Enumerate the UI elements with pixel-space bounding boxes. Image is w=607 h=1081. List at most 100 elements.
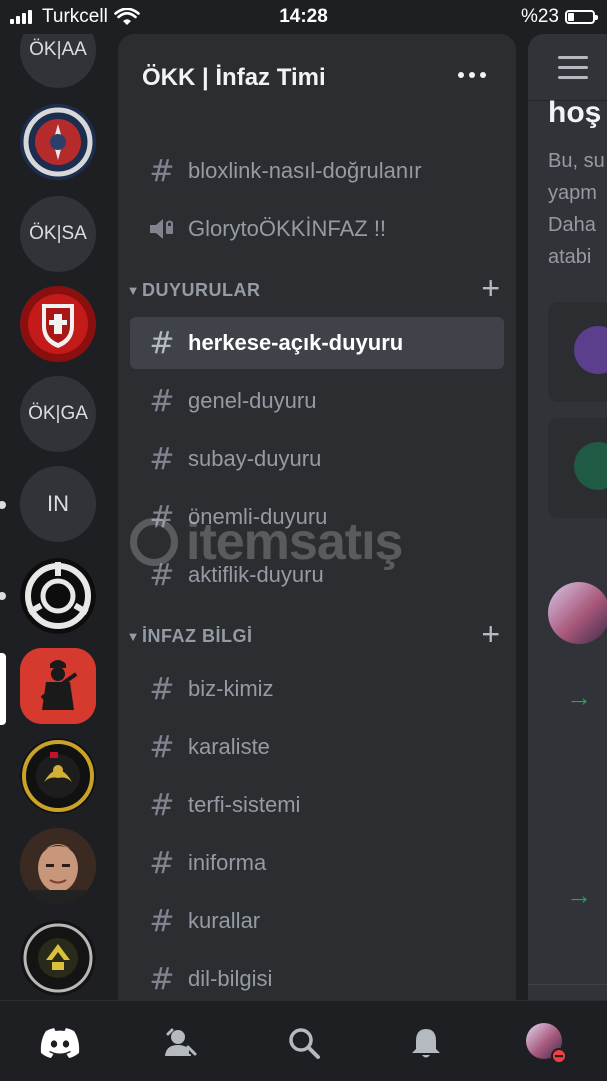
- welcome-text: yapm: [548, 182, 597, 204]
- chevron-down-icon: ▼: [126, 628, 140, 644]
- channel-item[interactable]: # dil-bilgisi: [130, 950, 504, 1000]
- channel-item[interactable]: # karaliste: [130, 718, 504, 776]
- channel-name: bloxlink-nasıl-doğrulanır: [188, 158, 422, 183]
- channel-item[interactable]: # bloxlink-nasıl-doğrulanır: [130, 142, 504, 200]
- red-shield-icon: [20, 286, 96, 362]
- channel-name: genel-duyuru: [188, 388, 317, 413]
- chevron-down-icon: ▼: [126, 282, 140, 298]
- category-header[interactable]: ▼ İNFAZ BİLGİ +: [118, 612, 516, 660]
- dot-icon: [480, 72, 486, 78]
- dot-icon: [458, 72, 464, 78]
- chat-peek-panel[interactable]: hoş Bu, su yapm Daha atabi → →: [528, 34, 607, 1000]
- server-in[interactable]: IN: [20, 466, 96, 542]
- setup-card[interactable]: [548, 302, 607, 402]
- server-gold-seal[interactable]: [20, 738, 96, 814]
- server-oksa[interactable]: ÖK|SA: [20, 196, 96, 272]
- server-okaa[interactable]: ÖK|AA: [20, 34, 96, 88]
- server-soldier[interactable]: [20, 648, 96, 724]
- add-channel-icon[interactable]: +: [481, 270, 500, 307]
- hash-icon: #: [149, 671, 175, 707]
- channel-item[interactable]: # kurallar: [130, 892, 504, 950]
- channel-item[interactable]: # biz-kimiz: [130, 660, 504, 718]
- channel-item[interactable]: # terfi-sistemi: [130, 776, 504, 834]
- join-arrow-icon: →: [566, 880, 592, 910]
- user-avatar[interactable]: [548, 582, 607, 644]
- blue-seal-icon: [20, 104, 96, 180]
- welcome-text: Daha: [548, 214, 596, 236]
- hash-icon: #: [149, 441, 175, 477]
- battery-percent: %23: [520, 6, 559, 27]
- channel-item[interactable]: # iniforma: [130, 834, 504, 892]
- channel-item[interactable]: # genel-duyuru: [130, 372, 504, 430]
- battery-area: %23: [520, 6, 598, 28]
- server-title[interactable]: ÖKK | İnfaz Timi: [142, 64, 326, 92]
- tab-home[interactable]: [38, 1021, 82, 1065]
- personalize-icon: [574, 442, 607, 490]
- channel-name: terfi-sistemi: [188, 792, 301, 817]
- hash-icon: #: [149, 903, 175, 939]
- channel-item[interactable]: # önemli-duyuru: [130, 488, 504, 546]
- unread-indicator: [0, 592, 6, 600]
- welcome-text: Bu, su: [548, 150, 605, 172]
- tab-friends[interactable]: [158, 1021, 202, 1065]
- dot-icon: [469, 72, 475, 78]
- channel-item-selected[interactable]: # herkese-açık-duyuru: [130, 317, 504, 369]
- unread-indicator: [0, 501, 6, 509]
- battery-icon: [565, 10, 598, 24]
- selected-server-indicator: [0, 653, 6, 725]
- voice-channel-item[interactable]: GlorytoÖKKİNFAZ !!: [130, 200, 504, 258]
- channel-name: dil-bilgisi: [188, 966, 273, 991]
- hash-icon: #: [149, 325, 175, 361]
- server-label: IN: [47, 491, 69, 516]
- soldier-emblem-icon: [20, 648, 96, 724]
- hash-icon: #: [149, 845, 175, 881]
- hamburger-menu-icon[interactable]: [558, 56, 588, 86]
- clock: 14:28: [279, 6, 328, 27]
- channel-name: herkese-açık-duyuru: [188, 330, 404, 355]
- black-seal-icon: [20, 920, 96, 996]
- hash-icon: #: [149, 383, 175, 419]
- setup-card[interactable]: [548, 418, 607, 518]
- tab-search[interactable]: [282, 1021, 326, 1065]
- tab-profile[interactable]: [524, 1021, 568, 1065]
- category-header[interactable]: ▼ DUYURULAR +: [118, 266, 516, 314]
- channel-name: karaliste: [188, 734, 270, 759]
- hash-icon: #: [149, 153, 175, 189]
- channel-name: iniforma: [188, 850, 267, 875]
- server-okga[interactable]: ÖK|GA: [20, 376, 96, 452]
- welcome-text: atabi: [548, 246, 592, 268]
- speaker-icon: [142, 216, 182, 242]
- more-options-button[interactable]: [458, 72, 486, 78]
- server-rail: ÖK|AA ÖK|SA ÖK|GA IN: [0, 34, 116, 1000]
- channel-list: # bloxlink-nasıl-doğrulanır GlorytoÖKKİN…: [118, 142, 516, 1000]
- welcome-heading: hoş: [548, 96, 602, 129]
- server-avatar-man[interactable]: [20, 828, 96, 904]
- hash-icon: #: [149, 729, 175, 765]
- hash-icon: #: [149, 557, 175, 593]
- channel-name: önemli-duyuru: [188, 504, 328, 529]
- server-blue-seal[interactable]: [20, 104, 96, 180]
- join-arrow-icon: →: [566, 682, 592, 712]
- server-label: ÖK|SA: [29, 223, 87, 244]
- add-channel-icon[interactable]: +: [481, 616, 500, 653]
- server-red-shield[interactable]: [20, 286, 96, 362]
- friends-icon: [165, 1028, 197, 1056]
- channel-item[interactable]: # aktiflik-duyuru: [130, 546, 504, 604]
- server-label: ÖK|GA: [28, 403, 88, 424]
- hash-icon: #: [149, 961, 175, 997]
- category-name: DUYURULAR: [142, 279, 261, 300]
- channel-name: aktiflik-duyuru: [188, 562, 324, 587]
- channel-item[interactable]: # subay-duyuru: [130, 430, 504, 488]
- tab-notifications[interactable]: [404, 1021, 448, 1065]
- server-label: ÖK|AA: [29, 39, 87, 60]
- invite-icon: [574, 326, 607, 374]
- channel-name: kurallar: [188, 908, 261, 933]
- channel-name: subay-duyuru: [188, 446, 322, 471]
- scp-emblem-icon: [20, 558, 96, 634]
- notifications-icon: [412, 1029, 440, 1058]
- man-avatar-icon: [20, 828, 96, 904]
- gold-seal-icon: [20, 738, 96, 814]
- server-black-seal[interactable]: [20, 920, 96, 996]
- profile-avatar: [526, 1023, 567, 1064]
- server-scp[interactable]: [20, 558, 96, 634]
